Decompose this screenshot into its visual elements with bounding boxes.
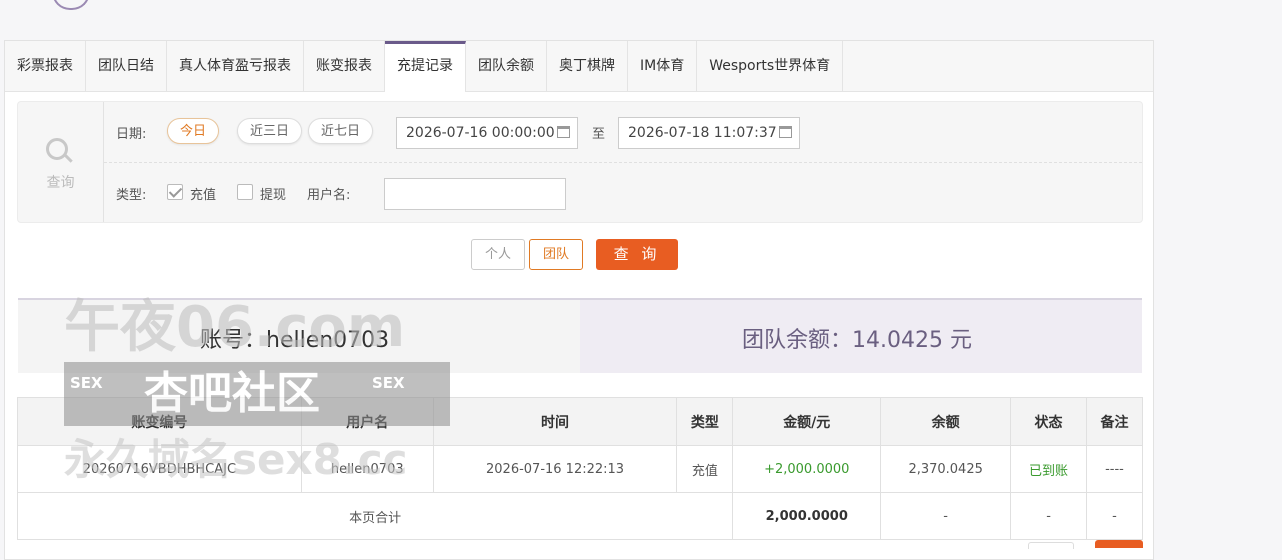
col-header-amount: 金额/元 — [732, 397, 882, 446]
cell-amount: +2,000.0000 — [732, 445, 882, 493]
footer-status: - — [1010, 492, 1087, 540]
table-footer-row: 本页合计 2,000.0000 - - - — [16, 492, 1143, 540]
col-header-note: 备注 — [1086, 397, 1143, 446]
deposit-label: 充值 — [190, 188, 217, 203]
search-icon — [46, 138, 68, 160]
end-date-input[interactable]: 2026-07-18 11:07:37 — [618, 117, 800, 149]
team-balance-text: 团队余额：14.0425 元 — [742, 328, 972, 353]
tab-team-balance[interactable]: 团队余额 — [466, 41, 547, 91]
summary-bar: 账号：hellen0703 团队余额：14.0425 元 — [18, 298, 1142, 373]
range-today-button[interactable]: 今日 — [167, 118, 220, 144]
cell-serial: 20260716VBDHBHCAJC — [17, 445, 302, 493]
account-text: 账号：hellen0703 — [200, 328, 390, 353]
cell-type: 充值 — [676, 445, 734, 493]
calendar-icon[interactable] — [557, 126, 570, 138]
team-balance-box: 团队余额：14.0425 元 — [580, 300, 1142, 373]
calendar-icon[interactable] — [779, 126, 792, 138]
logo — [52, 0, 90, 10]
col-header-type: 类型 — [676, 397, 734, 446]
search-form: 查询 日期: 今日 近三日 近七日 2026-07-16 00:00:00 至 … — [17, 101, 1143, 223]
cell-note: ---- — [1086, 445, 1143, 493]
records-table: 账变编号 用户名 时间 类型 金额/元 余额 状态 备注 20260716VBD… — [16, 397, 1143, 540]
col-header-status: 状态 — [1010, 397, 1087, 446]
tab-deposit-withdraw[interactable]: 充提记录 — [385, 41, 466, 92]
type-label: 类型: — [116, 188, 147, 203]
footer-label: 本页合计 — [16, 492, 734, 540]
col-header-balance: 余额 — [880, 397, 1012, 446]
col-header-serial: 账变编号 — [17, 397, 302, 446]
footer-balance: - — [880, 492, 1012, 540]
account-box: 账号：hellen0703 — [18, 300, 580, 373]
date-to-label: 至 — [592, 127, 606, 142]
start-date-value: 2026-07-16 00:00:00 — [406, 125, 555, 141]
tab-bar: 彩票报表 团队日结 真人体育盈亏报表 账变报表 充提记录 团队余额 奥丁棋牌 I… — [5, 41, 1153, 92]
username-input[interactable] — [384, 178, 566, 210]
cell-username: hellen0703 — [300, 445, 434, 493]
tab-account-changes[interactable]: 账变报表 — [304, 41, 385, 91]
cell-time: 2026-07-16 12:22:13 — [432, 445, 678, 493]
withdraw-checkbox[interactable] — [237, 184, 253, 200]
tab-im-sports[interactable]: IM体育 — [628, 41, 698, 91]
table-header-row: 账变编号 用户名 时间 类型 金额/元 余额 状态 备注 — [17, 397, 1143, 446]
search-side: 查询 — [18, 102, 104, 222]
search-side-label: 查询 — [46, 175, 75, 191]
query-button[interactable]: 查 询 — [596, 239, 678, 270]
footer-note: - — [1086, 492, 1143, 540]
footer-amount: 2,000.0000 — [732, 492, 882, 540]
type-row: 类型: 充值 提现 用户名: — [104, 163, 1142, 222]
tab-live-sports-pnl[interactable]: 真人体育盈亏报表 — [167, 41, 304, 91]
start-date-input[interactable]: 2026-07-16 00:00:00 — [396, 117, 578, 149]
team-button[interactable]: 团队 — [529, 239, 583, 270]
cell-balance: 2,370.0425 — [880, 445, 1012, 493]
personal-button[interactable]: 个人 — [471, 239, 525, 270]
tab-odin-chess[interactable]: 奥丁棋牌 — [547, 41, 628, 91]
range-7days-button[interactable]: 近七日 — [308, 118, 374, 144]
table-row: 20260716VBDHBHCAJC hellen0703 2026-07-16… — [17, 445, 1143, 493]
tab-lottery-report[interactable]: 彩票报表 — [5, 41, 86, 91]
end-date-value: 2026-07-18 11:07:37 — [628, 125, 777, 141]
pagination-next-button[interactable] — [1095, 540, 1143, 548]
col-header-time: 时间 — [432, 397, 678, 446]
withdraw-label: 提现 — [260, 188, 287, 203]
tab-wesports[interactable]: Wesports世界体育 — [697, 41, 844, 91]
deposit-checkbox[interactable] — [167, 184, 183, 200]
date-row: 日期: 今日 近三日 近七日 2026-07-16 00:00:00 至 202… — [104, 102, 1142, 163]
col-header-username: 用户名 — [300, 397, 434, 446]
cell-status: 已到账 — [1010, 445, 1087, 493]
username-label: 用户名: — [307, 188, 351, 203]
tab-team-daily[interactable]: 团队日结 — [86, 41, 167, 91]
range-3days-button[interactable]: 近三日 — [237, 118, 303, 144]
date-label: 日期: — [116, 127, 147, 142]
